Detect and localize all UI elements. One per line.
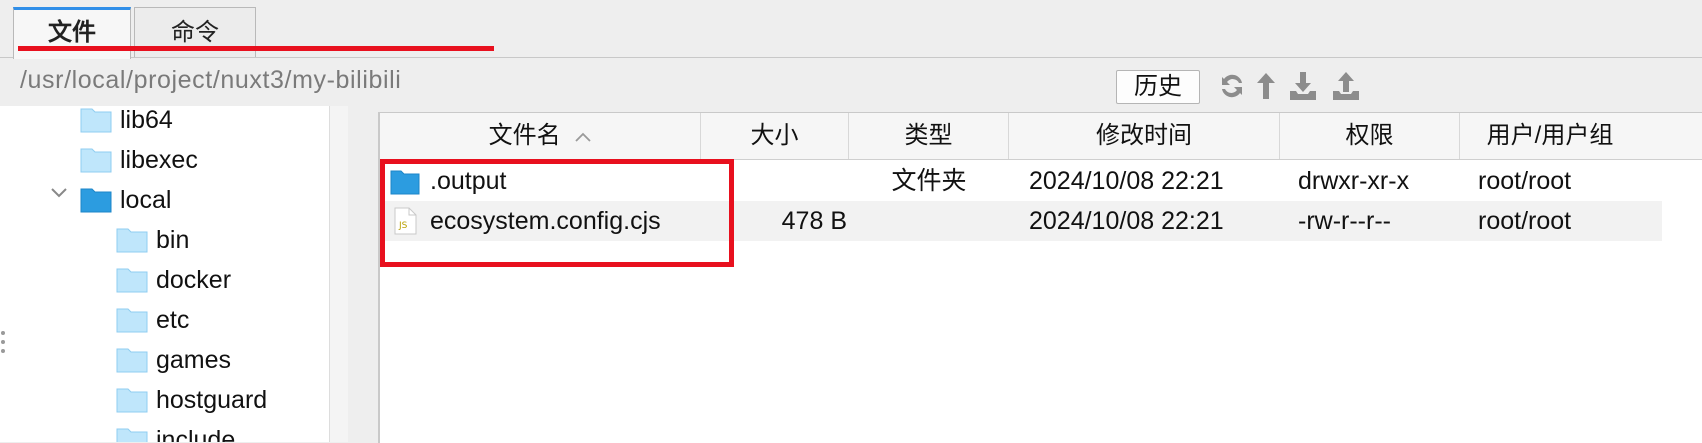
tree-item-label: hostguard (156, 386, 268, 414)
up-directory-icon[interactable] (1254, 70, 1278, 102)
column-header-size[interactable]: 大小 (701, 113, 849, 159)
history-button[interactable]: 历史 (1116, 70, 1200, 104)
splitter-handle-icon[interactable] (0, 330, 6, 354)
tree-item-label: games (156, 346, 232, 374)
directory-tree: lib64 libexec local bin docker etc games… (0, 106, 348, 442)
file-permissions: drwxr-xr-x (1298, 167, 1410, 195)
download-icon[interactable] (1287, 70, 1319, 102)
tab-files[interactable]: 文件 (13, 7, 131, 59)
file-modified: 2024/10/08 22:21 (1029, 207, 1224, 235)
file-modified: 2024/10/08 22:21 (1029, 167, 1224, 195)
sort-ascending-icon (575, 132, 591, 142)
path-input[interactable]: /usr/local/project/nuxt3/my-bilibili (20, 66, 401, 95)
folder-icon (80, 148, 112, 173)
file-owner: root/root (1478, 207, 1572, 235)
tree-item-label: lib64 (120, 106, 173, 134)
column-header-owner[interactable]: 用户/用户组 (1460, 113, 1640, 159)
tree-item-label: libexec (120, 146, 198, 174)
file-type (849, 201, 1009, 241)
tree-item-label: local (120, 186, 172, 214)
folder-icon (80, 108, 112, 133)
tree-item-label: etc (156, 306, 190, 334)
folder-icon (116, 228, 148, 253)
folder-icon (116, 308, 148, 333)
file-type: 文件夹 (891, 167, 967, 195)
folder-icon (116, 388, 148, 413)
column-header-modified[interactable]: 修改时间 (1009, 113, 1280, 159)
file-owner: root/root (1478, 167, 1572, 195)
column-header-type[interactable]: 类型 (849, 113, 1009, 159)
column-header-permissions[interactable]: 权限 (1280, 113, 1460, 159)
tree-item-label: include (156, 426, 236, 442)
column-header-name[interactable]: 文件名 (380, 113, 701, 159)
tree-item-label: bin (156, 226, 190, 254)
annotation-underline (18, 46, 494, 51)
column-header-label: 文件名 (488, 122, 561, 149)
chevron-down-icon[interactable] (50, 187, 68, 199)
folder-icon (116, 348, 148, 373)
folder-icon (116, 268, 148, 293)
tree-scrollbar[interactable] (329, 106, 348, 442)
folder-open-icon (80, 188, 112, 213)
tree-item-label: docker (156, 266, 232, 294)
folder-icon (116, 428, 148, 442)
refresh-icon[interactable] (1216, 70, 1248, 102)
path-bar: /usr/local/project/nuxt3/my-bilibili 历史 (0, 58, 1702, 106)
upload-icon[interactable] (1330, 70, 1362, 102)
annotation-highlight-box (380, 159, 734, 267)
table-header: 文件名 大小 类型 修改时间 权限 用户/用户组 (380, 113, 1702, 160)
file-permissions: -rw-r--r-- (1298, 207, 1391, 235)
